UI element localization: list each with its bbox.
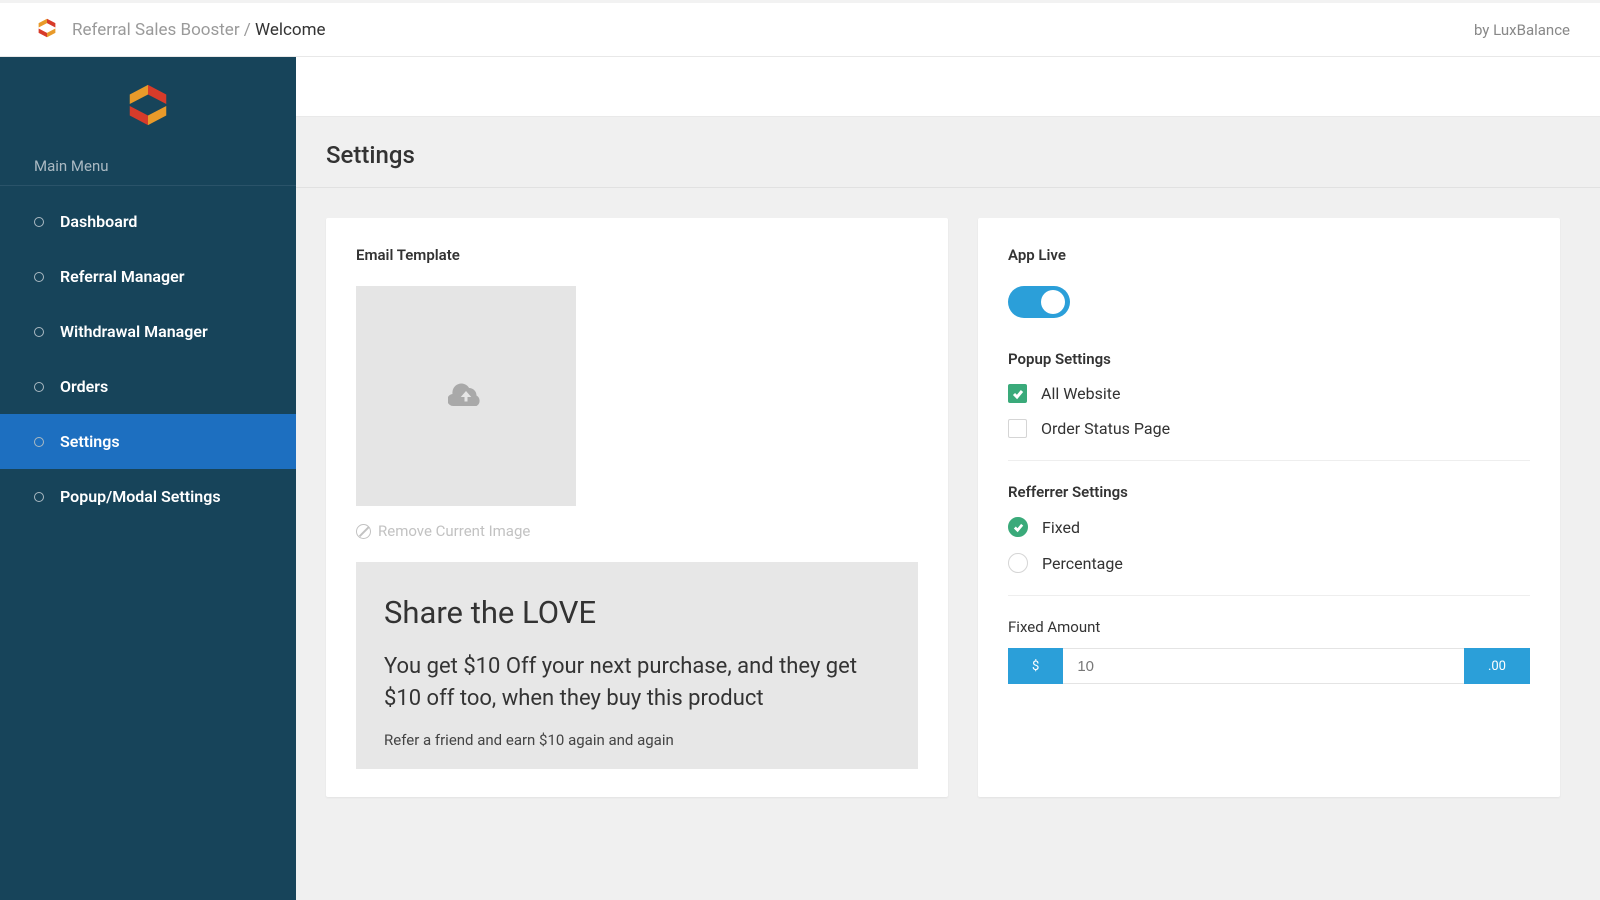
popup-option-order-status[interactable]: Order Status Page — [1008, 419, 1530, 438]
currency-prefix: $ — [1008, 648, 1063, 684]
radio-checked-icon — [1008, 517, 1028, 537]
referrer-settings-heading: Refferrer Settings — [1008, 483, 1530, 501]
popup-settings-heading: Popup Settings — [1008, 350, 1530, 368]
sidebar-item-settings[interactable]: Settings — [0, 414, 296, 469]
fixed-amount-label: Fixed Amount — [1008, 618, 1530, 636]
breadcrumb-app[interactable]: Referral Sales Booster — [72, 20, 240, 40]
checkbox-checked-icon — [1008, 384, 1027, 403]
breadcrumb: Referral Sales Booster / Welcome — [72, 20, 326, 40]
email-template-card: Email Template Remove Current Image Shar… — [326, 218, 948, 797]
breadcrumb-current: Welcome — [255, 20, 326, 40]
email-template-label: Email Template — [356, 246, 918, 264]
fixed-amount-input-group: $ .00 — [1008, 648, 1530, 684]
amount-suffix: .00 — [1464, 648, 1530, 684]
bullet-icon — [34, 272, 44, 282]
sidebar-item-label: Referral Manager — [60, 267, 184, 286]
checkbox-label: All Website — [1041, 384, 1120, 403]
bullet-icon — [34, 437, 44, 447]
preview-body: You get $10 Off your next purchase, and … — [384, 651, 890, 715]
divider — [1008, 595, 1530, 596]
app-live-toggle[interactable] — [1008, 286, 1070, 318]
checkbox-icon — [1008, 419, 1027, 438]
sidebar-item-referral-manager[interactable]: Referral Manager — [0, 249, 296, 304]
bullet-icon — [34, 327, 44, 337]
fixed-amount-input[interactable] — [1063, 648, 1464, 684]
sidebar: Main Menu Dashboard Referral Manager Wit… — [0, 57, 296, 900]
checkbox-label: Order Status Page — [1041, 419, 1170, 438]
bullet-icon — [34, 492, 44, 502]
radio-label: Fixed — [1042, 518, 1080, 537]
settings-card: App Live Popup Settings All Website Orde — [978, 218, 1560, 797]
preview-title: Share the LOVE — [384, 594, 890, 631]
email-preview: Share the LOVE You get $10 Off your next… — [356, 562, 918, 769]
sidebar-item-popup-modal-settings[interactable]: Popup/Modal Settings — [0, 469, 296, 524]
ban-icon — [356, 524, 371, 539]
remove-image-link[interactable]: Remove Current Image — [356, 522, 918, 540]
sidebar-item-withdrawal-manager[interactable]: Withdrawal Manager — [0, 304, 296, 359]
sidebar-item-label: Dashboard — [60, 212, 137, 231]
sidebar-item-label: Settings — [60, 432, 120, 451]
toggle-knob — [1041, 290, 1065, 314]
image-upload-box[interactable] — [356, 286, 576, 506]
bullet-icon — [34, 217, 44, 227]
cloud-upload-icon — [448, 379, 484, 413]
sidebar-item-label: Popup/Modal Settings — [60, 487, 221, 506]
preview-subtext: Refer a friend and earn $10 again and ag… — [384, 731, 890, 749]
topbar: Referral Sales Booster / Welcome by LuxB… — [0, 0, 1600, 57]
sidebar-item-label: Withdrawal Manager — [60, 322, 208, 341]
sidebar-section-label: Main Menu — [0, 157, 296, 186]
popup-option-all-website[interactable]: All Website — [1008, 384, 1530, 403]
sidebar-item-label: Orders — [60, 377, 108, 396]
sidebar-item-orders[interactable]: Orders — [0, 359, 296, 414]
referrer-option-fixed[interactable]: Fixed — [1008, 517, 1530, 537]
radio-label: Percentage — [1042, 554, 1123, 573]
vendor-label: by LuxBalance — [1474, 21, 1570, 39]
remove-image-label: Remove Current Image — [378, 522, 530, 540]
app-logo-icon — [36, 17, 58, 43]
bullet-icon — [34, 382, 44, 392]
content-header-strip — [296, 57, 1600, 117]
radio-icon — [1008, 553, 1028, 573]
divider — [1008, 460, 1530, 461]
page-title: Settings — [326, 141, 1570, 169]
sidebar-logo-icon — [0, 81, 296, 129]
referrer-option-percentage[interactable]: Percentage — [1008, 553, 1530, 573]
page-header: Settings — [296, 117, 1600, 188]
app-live-label: App Live — [1008, 246, 1530, 264]
sidebar-item-dashboard[interactable]: Dashboard — [0, 194, 296, 249]
